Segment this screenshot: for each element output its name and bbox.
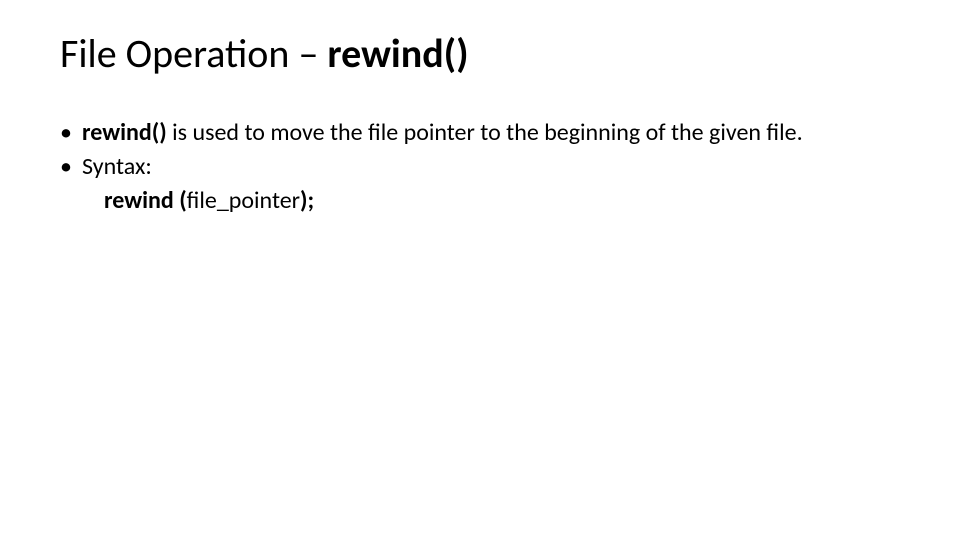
bullet-2-text: Syntax: [82, 152, 152, 181]
slide-title: File Operation – rewind() [60, 32, 900, 76]
syntax-arg: file_pointer [187, 186, 300, 215]
slide: File Operation – rewind() rewind() is us… [0, 0, 960, 540]
bullet-1-bold: rewind() [82, 118, 167, 147]
title-prefix: File Operation – [60, 29, 327, 78]
syntax-end: ); [300, 186, 314, 215]
title-bold: rewind() [327, 29, 468, 78]
bullet-2: Syntax: [60, 152, 900, 182]
bullet-1-text: is used to move the file pointer to the … [167, 118, 803, 147]
bullet-list: rewind() is used to move the file pointe… [60, 118, 900, 182]
syntax-keyword: rewind ( [104, 186, 187, 215]
syntax-line: rewind (file_pointer); [60, 186, 900, 216]
bullet-1: rewind() is used to move the file pointe… [60, 118, 900, 148]
slide-body: rewind() is used to move the file pointe… [60, 118, 900, 216]
